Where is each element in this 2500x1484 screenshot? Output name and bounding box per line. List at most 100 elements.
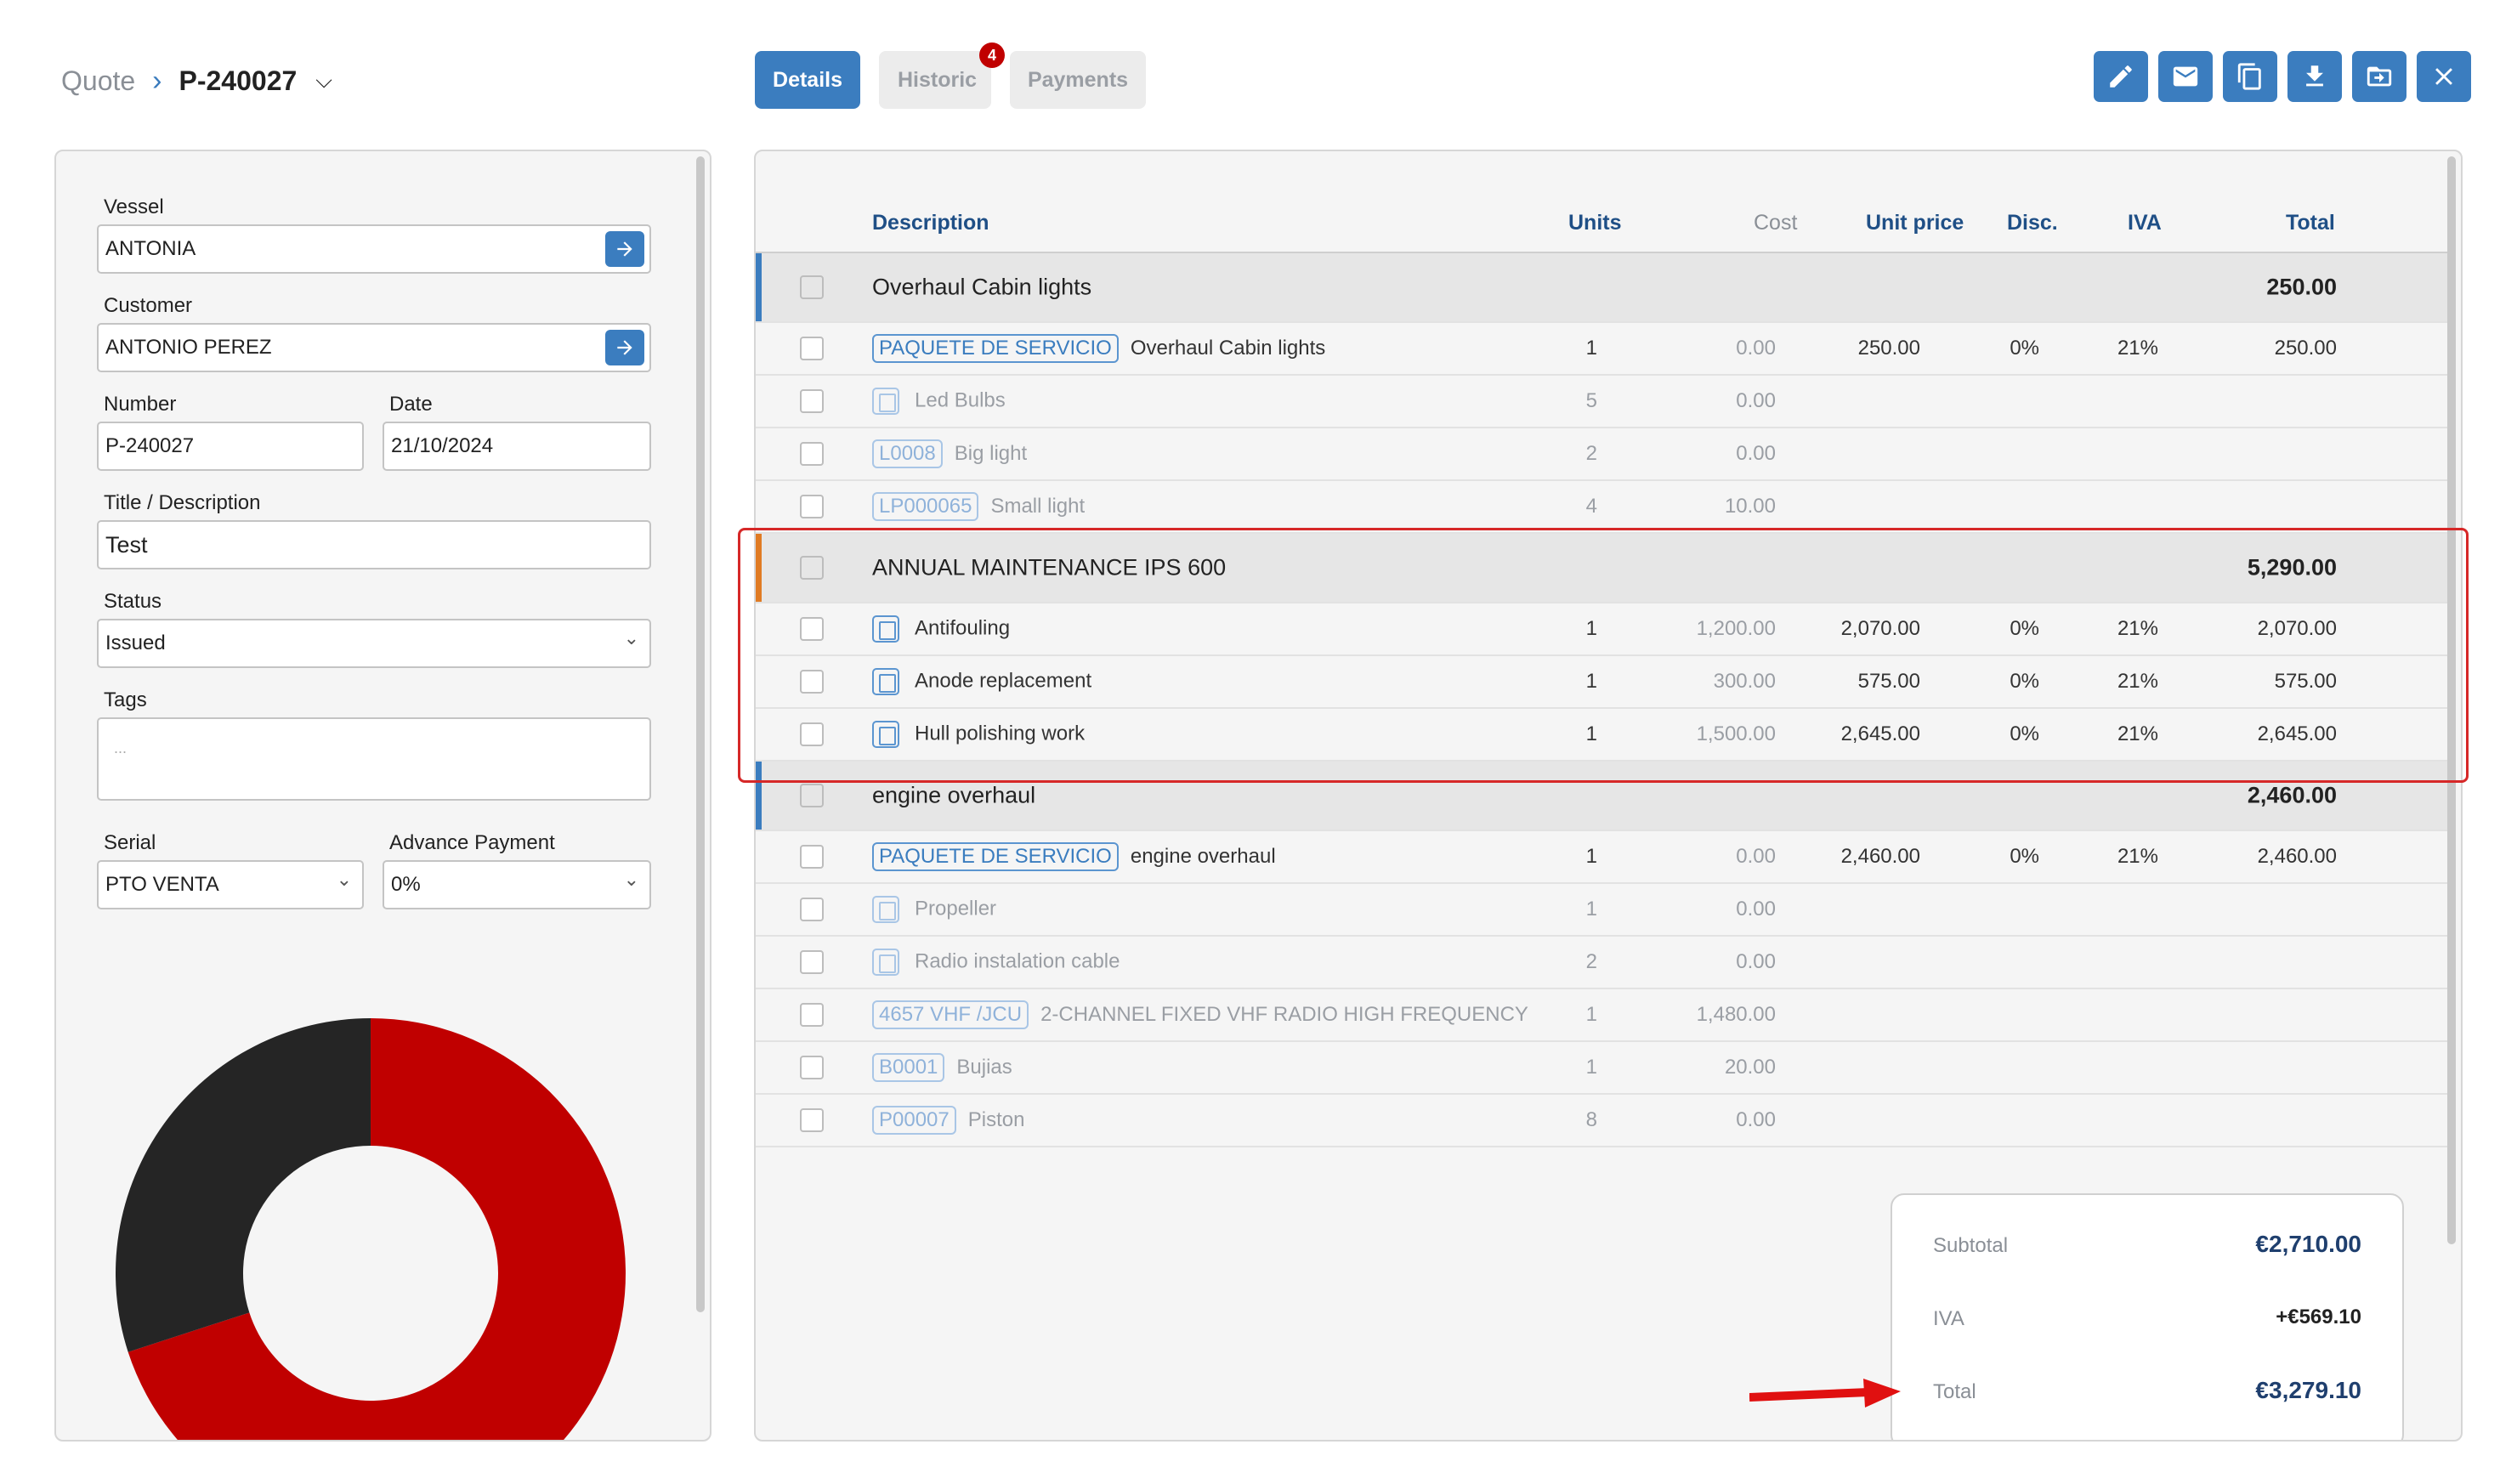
- table-row[interactable]: B0001 Bujias 1 20.00: [756, 1042, 2447, 1095]
- total-value: €3,279.10: [2255, 1377, 2361, 1403]
- arrow-right-icon: [617, 241, 632, 257]
- table-row[interactable]: L0008 Big light 2 0.00: [756, 428, 2447, 481]
- copy-icon: [2237, 63, 2261, 90]
- edit-icon: [2110, 65, 2132, 88]
- reference-tag[interactable]: PAQUETE DE SERVICIO: [872, 334, 1119, 363]
- cell-units: 2: [1585, 950, 1597, 973]
- number-label: Number: [104, 393, 177, 416]
- customer-open-button[interactable]: [605, 330, 644, 365]
- reference-tag[interactable]: B0001: [872, 1053, 945, 1082]
- donut-slice-1: [116, 1018, 371, 1352]
- move-button[interactable]: [2352, 51, 2406, 102]
- chevron-down-icon[interactable]: ⌵: [315, 67, 332, 94]
- breadcrumb-root[interactable]: Quote: [61, 65, 135, 97]
- date-value: 21/10/2024: [391, 434, 494, 457]
- table-row[interactable]: PAQUETE DE SERVICIO Overhaul Cabin lights…: [756, 323, 2447, 376]
- customer-label: Customer: [104, 294, 193, 317]
- customer-value: ANTONIO PEREZ: [105, 336, 272, 359]
- cell-cost: 10.00: [1724, 495, 1776, 518]
- cell-cost: 1,480.00: [1696, 1003, 1776, 1026]
- reference-tag[interactable]: LP000065: [872, 492, 979, 521]
- date-label: Date: [389, 393, 433, 416]
- table-row[interactable]: 4657 VHF /JCU 2-CHANNEL FIXED VHF RADIO H…: [756, 989, 2447, 1042]
- row-checkbox[interactable]: [800, 950, 824, 974]
- cell-total: 2,460.00: [2257, 845, 2337, 868]
- row-checkbox[interactable]: [800, 1003, 824, 1027]
- group-row[interactable]: Overhaul Cabin lights 250.00: [756, 253, 2447, 323]
- reference-tag[interactable]: PAQUETE DE SERVICIO: [872, 842, 1119, 871]
- row-checkbox[interactable]: [800, 275, 824, 299]
- reference-tag[interactable]: L0008: [872, 439, 943, 468]
- date-field[interactable]: 21/10/2024: [383, 422, 651, 471]
- table-row[interactable]: Propeller 1 0.00: [756, 884, 2447, 937]
- close-icon: [2435, 68, 2452, 85]
- tab-payments[interactable]: Payments: [1010, 51, 1146, 109]
- move-folder-icon: [2367, 66, 2392, 87]
- tab-details[interactable]: Details: [755, 51, 860, 109]
- duplicate-button[interactable]: [2223, 51, 2277, 102]
- table-header: Description Units Cost Unit price Disc. …: [756, 211, 2447, 255]
- tab-historic[interactable]: Historic 4: [879, 42, 1005, 109]
- row-description: L0008 Big light: [872, 439, 1027, 468]
- row-description-text: Bujias: [956, 1056, 1012, 1079]
- vessel-field[interactable]: ANTONIA: [97, 224, 651, 274]
- product-icon: [872, 949, 899, 976]
- row-description-text: Overhaul Cabin lights: [872, 274, 1092, 300]
- advance-payment-select[interactable]: 0%: [383, 860, 651, 909]
- download-button[interactable]: [2287, 51, 2342, 102]
- row-checkbox[interactable]: [800, 898, 824, 921]
- reference-tag[interactable]: 4657 VHF /JCU: [872, 1000, 1029, 1029]
- status-value: Issued: [105, 632, 166, 654]
- serial-select[interactable]: PTO VENTA: [97, 860, 364, 909]
- scrollbar[interactable]: [696, 156, 705, 1312]
- row-description: LP000065 Small light: [872, 492, 1085, 521]
- table-row[interactable]: Led Bulbs 5 0.00: [756, 376, 2447, 428]
- header-description[interactable]: Description: [872, 211, 989, 235]
- table-row[interactable]: Radio instalation cable 2 0.00: [756, 937, 2447, 989]
- title-value: Test: [105, 531, 148, 558]
- row-description-text: Small light: [990, 495, 1086, 518]
- header-total[interactable]: Total: [2286, 211, 2335, 235]
- row-checkbox[interactable]: [800, 495, 824, 518]
- cell-cost: 0.00: [1736, 845, 1776, 868]
- header-iva[interactable]: IVA: [2128, 211, 2162, 235]
- table-row[interactable]: PAQUETE DE SERVICIO engine overhaul 1 0.00 2…: [756, 831, 2447, 884]
- table-row[interactable]: LP000065 Small light 4 10.00: [756, 481, 2447, 534]
- cell-cost: 0.00: [1736, 898, 1776, 920]
- total-label: Total: [1933, 1380, 1976, 1403]
- title-field[interactable]: Test: [97, 520, 651, 569]
- header-disc[interactable]: Disc.: [2007, 211, 2058, 235]
- row-checkbox[interactable]: [800, 845, 824, 869]
- row-description: Overhaul Cabin lights: [872, 275, 1091, 301]
- tags-input[interactable]: ...: [97, 717, 651, 801]
- subtotal-value: €2,710.00: [2255, 1231, 2361, 1257]
- header-cost[interactable]: Cost: [1754, 211, 1797, 235]
- row-description-text: 2-CHANNEL FIXED VHF RADIO HIGH FREQUENCY: [1040, 1003, 1528, 1026]
- table-row[interactable]: P00007 Piston 8 0.00: [756, 1095, 2447, 1147]
- advance-payment-value: 0%: [391, 873, 421, 896]
- number-field[interactable]: P-240027: [97, 422, 364, 471]
- row-checkbox[interactable]: [800, 1056, 824, 1079]
- status-select[interactable]: Issued: [97, 619, 651, 668]
- breadcrumb-current: P-240027: [179, 65, 298, 96]
- vessel-open-button[interactable]: [605, 231, 644, 267]
- row-checkbox[interactable]: [800, 1108, 824, 1132]
- edit-button[interactable]: [2094, 51, 2148, 102]
- title-label: Title / Description: [104, 491, 261, 514]
- customer-field[interactable]: ANTONIO PEREZ: [97, 323, 651, 372]
- tags-label: Tags: [104, 688, 147, 711]
- header-unit-price[interactable]: Unit price: [1866, 211, 1964, 235]
- row-checkbox[interactable]: [800, 389, 824, 413]
- email-button[interactable]: [2158, 51, 2213, 102]
- status-label: Status: [104, 590, 162, 613]
- row-description: 4657 VHF /JCU 2-CHANNEL FIXED VHF RADIO H…: [872, 1000, 1528, 1029]
- reference-tag[interactable]: P00007: [872, 1106, 956, 1135]
- row-checkbox[interactable]: [800, 784, 824, 807]
- cell-units: 1: [1585, 898, 1597, 920]
- header-units[interactable]: Units: [1568, 211, 1622, 235]
- close-button[interactable]: [2417, 51, 2471, 102]
- donut-chart: [116, 1018, 626, 1440]
- row-checkbox[interactable]: [800, 337, 824, 360]
- row-checkbox[interactable]: [800, 442, 824, 466]
- cell-total: 2,460.00: [2247, 782, 2337, 808]
